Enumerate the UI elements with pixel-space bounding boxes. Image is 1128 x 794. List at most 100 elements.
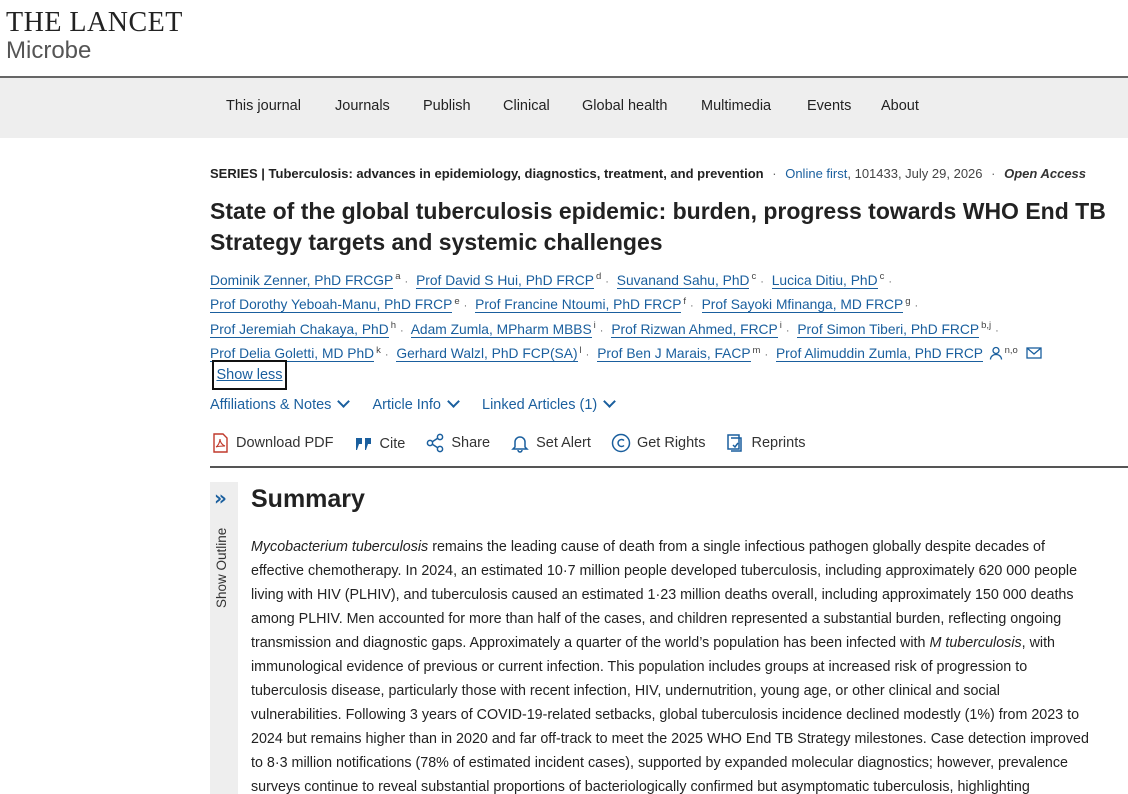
double-chevron-right-icon: » — [214, 486, 227, 510]
series-label[interactable]: SERIES | Tuberculosis: advances in epide… — [210, 166, 764, 181]
chevron-down-icon — [447, 395, 460, 408]
logo-sub-text: Microbe — [6, 37, 92, 64]
author-line: Dominik Zenner, PhD FRCGP a · Prof David S… — [210, 271, 892, 289]
online-first-link[interactable]: Online first — [785, 166, 847, 181]
affiliation-sup[interactable]: c — [751, 271, 756, 282]
reprints-button[interactable]: Reprints — [725, 433, 805, 453]
tool-label: Reprints — [751, 435, 806, 451]
cite-button[interactable]: Cite — [354, 435, 406, 453]
summary-line: surveys continue to reveal substantial p… — [251, 779, 1030, 794]
affiliation-sup[interactable]: b,j — [981, 320, 991, 331]
linked-articles-toggle[interactable]: Linked Articles (1) — [482, 395, 617, 413]
affiliation-sup[interactable]: e — [454, 296, 459, 307]
author-line: Prof Dorothy Yeboah-Manu, PhD FRCP e · Pro… — [210, 295, 919, 314]
summary-line: 2024 but remains higher than in 2020 and… — [251, 731, 1089, 747]
affiliation-sup[interactable]: f — [683, 296, 686, 307]
author-link[interactable]: Gerhard Walzl, PhD FCP(SA) — [396, 346, 578, 363]
affiliation-sup[interactable]: i — [594, 320, 596, 331]
affiliation-sup[interactable]: n,o — [1005, 345, 1018, 356]
tool-label: Cite — [379, 436, 406, 452]
toggle-label: Linked Articles (1) — [482, 397, 598, 413]
affiliations-toggle[interactable]: Affiliations & Notes — [210, 395, 351, 413]
author-link[interactable]: Lucica Ditiu, PhD — [771, 272, 878, 289]
author-link[interactable]: Prof Alimuddin Zumla, PhD FRCP — [775, 346, 983, 363]
article-tools: Download PDF Cite Share Set Alert Get Ri… — [210, 433, 821, 457]
species-name: M tuberculosis — [929, 635, 1022, 651]
author-link[interactable]: Prof Dorothy Yeboah-Manu, PhD FRCP — [210, 297, 453, 314]
journal-logo[interactable]: THE LANCET Microbe — [6, 8, 183, 64]
bell-icon — [511, 436, 529, 453]
nav-global-health[interactable]: Global health — [582, 98, 667, 114]
set-alert-button[interactable]: Set Alert — [510, 433, 591, 453]
toggle-label: Article Info — [372, 397, 441, 413]
author-link[interactable]: Prof Simon Tiberi, PhD FRCP — [797, 321, 980, 338]
summary-line: immunological evidence of previous or cu… — [251, 659, 1028, 675]
share-icon — [427, 433, 444, 453]
logo-main-text: THE LANCET — [6, 7, 183, 38]
nav-publish[interactable]: Publish — [423, 98, 471, 114]
author-link[interactable]: Suvanand Sahu, PhD — [616, 272, 750, 289]
summary-line-tail: , with — [1021, 635, 1056, 651]
get-rights-button[interactable]: Get Rights — [611, 433, 706, 453]
affiliation-sup[interactable]: d — [596, 271, 601, 282]
show-outline-tab[interactable]: » Show Outline — [210, 482, 238, 794]
nav-multimedia[interactable]: Multimedia — [701, 98, 771, 114]
author-link[interactable]: Prof Ben J Marais, FACP — [597, 346, 751, 363]
affiliation-sup[interactable]: k — [376, 345, 381, 356]
open-access-badge: Open Access — [1004, 166, 1087, 181]
article-info-toggle[interactable]: Article Info — [372, 395, 460, 413]
affiliation-sup[interactable]: i — [780, 320, 782, 331]
nav-this-journal[interactable]: This journal — [226, 98, 301, 114]
species-name: Mycobacterium tuberculosis — [251, 539, 429, 555]
affiliation-sup[interactable]: a — [395, 271, 400, 282]
author-link[interactable]: Prof Jeremiah Chakaya, PhD — [210, 321, 389, 338]
tool-label: Set Alert — [536, 435, 591, 451]
email-icon[interactable] — [1026, 346, 1042, 360]
copyright-icon — [611, 433, 631, 453]
summary-line: tuberculosis disease, particularly those… — [251, 683, 1000, 699]
summary-line: remains the leading cause of death from … — [432, 539, 1045, 555]
share-button[interactable]: Share — [425, 433, 490, 453]
affiliation-sup[interactable]: m — [753, 345, 761, 356]
author-list: Dominik Zenner, PhD FRCGP a · Prof David S… — [210, 265, 1110, 363]
affiliation-sup[interactable]: c — [880, 271, 885, 282]
summary-line: living with HIV (PLHIV), and tuberculosi… — [251, 587, 1074, 603]
author-link[interactable]: Adam Zumla, MPharm MBBS — [410, 321, 592, 338]
affiliation-sup[interactable]: h — [391, 320, 396, 331]
article-title: State of the global tuberculosis epidemi… — [210, 198, 1106, 255]
author-line: Prof Jeremiah Chakaya, PhD h · Adam Zumla,… — [210, 320, 999, 338]
nav-journals[interactable]: Journals — [335, 98, 390, 114]
affiliation-sup[interactable]: g — [905, 296, 910, 307]
author-link[interactable]: Prof Francine Ntoumi, PhD FRCP — [475, 297, 682, 314]
nav-about[interactable]: About — [881, 98, 919, 114]
article-meta: SERIES | Tuberculosis: advances in epide… — [210, 166, 1087, 181]
tool-label: Share — [451, 435, 491, 451]
author-link[interactable]: Prof David S Hui, PhD FRCP — [416, 272, 594, 289]
chevron-down-icon — [603, 395, 617, 408]
main-nav: This journal Journals Publish Clinical G… — [0, 78, 1128, 138]
article-ref: , 101433, July 29, 2026 — [847, 166, 983, 181]
affiliation-sup[interactable]: l — [580, 345, 582, 356]
tool-label: Download PDF — [236, 435, 334, 451]
tool-label: Get Rights — [636, 435, 706, 451]
nav-clinical[interactable]: Clinical — [503, 98, 550, 114]
summary-line: transmission and diagnostic gaps. Approx… — [251, 635, 926, 651]
author-link[interactable]: Prof Sayoki Mfinanga, MD FRCP — [701, 297, 904, 314]
nav-events[interactable]: Events — [807, 98, 851, 114]
summary-heading: Summary — [251, 485, 365, 513]
content-divider — [210, 466, 1128, 468]
toggle-label: Affiliations & Notes — [210, 397, 332, 413]
outline-label: Show Outline — [214, 527, 229, 608]
summary-text: Mycobacterium tuberculosis remains the l… — [251, 535, 1121, 794]
quote-icon — [355, 438, 371, 450]
author-link[interactable]: Prof Rizwan Ahmed, FRCP — [611, 321, 778, 338]
summary-line: among PLHIV. Men accounted for more than… — [251, 611, 1062, 627]
download-pdf-button[interactable]: Download PDF — [210, 433, 334, 453]
author-link[interactable]: Dominik Zenner, PhD FRCGP — [210, 272, 394, 289]
person-icon[interactable] — [989, 346, 1003, 360]
summary-line: to 8·3 million notifications (78% of est… — [251, 755, 1068, 771]
author-line: Prof Delia Goletti, MD PhD k · Gerhard Wal… — [210, 339, 1110, 364]
chevron-down-icon — [337, 395, 351, 408]
show-less-button[interactable]: Show less — [212, 360, 287, 390]
article-toggles: Affiliations & Notes Article Info Linked… — [210, 395, 634, 413]
